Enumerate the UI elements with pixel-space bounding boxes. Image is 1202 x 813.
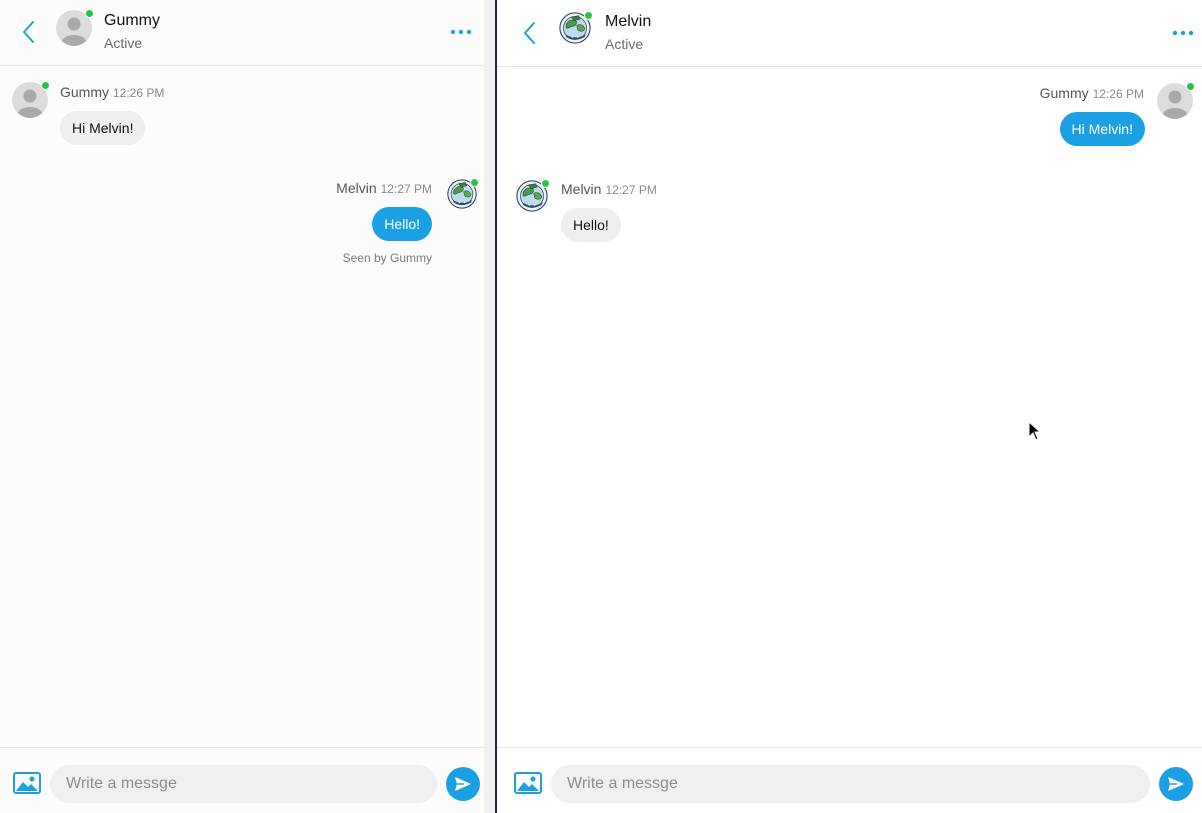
chat-header: Gummy Active [0,0,484,66]
chat-window-right: Melvin Active Gummy 12:26 PM Hi Melvin! M… [497,0,1202,813]
message-time: 12:26 PM [113,86,165,100]
contact-status: Active [605,36,644,52]
avatar[interactable] [447,178,479,209]
send-icon [455,777,471,791]
chevron-left-icon [524,22,535,44]
chevron-left-icon [23,21,34,43]
message-input[interactable] [551,765,1150,803]
avatar[interactable] [516,179,550,212]
sender-name: Gummy [1039,85,1089,101]
contact-name: Melvin [605,13,652,30]
message-time: 12:26 PM [1092,87,1144,101]
sender-name: Melvin [336,180,377,196]
send-button[interactable] [446,767,480,801]
message-composer [497,747,1202,813]
more-options-button[interactable] [446,22,476,42]
online-indicator [41,81,50,90]
message-time: 12:27 PM [605,183,657,197]
ellipsis-icon [1172,30,1194,36]
back-button[interactable] [515,18,543,48]
online-indicator [470,178,479,187]
message-meta: Gummy 12:26 PM [1040,85,1144,101]
image-icon [514,772,542,794]
chat-window-left: Gummy Active Gummy 12:26 PM Hi Melvin! Me… [0,0,484,813]
message-bubble[interactable]: Hi Melvin! [1059,112,1145,146]
message-composer [0,747,484,813]
avatar[interactable] [56,9,94,46]
image-icon [13,772,41,794]
online-indicator [85,9,94,18]
message-meta: Gummy 12:26 PM [60,84,164,100]
back-button[interactable] [14,17,42,47]
ellipsis-icon [450,29,472,35]
sender-name: Gummy [60,84,109,100]
more-options-button[interactable] [1168,23,1198,43]
message-bubble[interactable]: Hello! [372,207,432,241]
attach-image-button[interactable] [514,772,542,794]
message-bubble[interactable]: Hi Melvin! [60,111,146,145]
message-meta: Melvin 12:27 PM [336,180,432,196]
message-meta: Melvin 12:27 PM [561,181,657,197]
contact-status: Active [104,35,143,51]
message-bubble[interactable]: Hello! [561,208,621,242]
chat-header: Melvin Active [497,0,1202,67]
send-icon [1168,777,1184,791]
mouse-pointer-icon [1028,421,1042,441]
send-button[interactable] [1159,767,1193,801]
avatar[interactable] [1157,82,1195,119]
contact-name: Gummy [104,12,160,29]
online-indicator [1186,82,1195,91]
avatar[interactable] [12,81,50,118]
message-time: 12:27 PM [380,182,432,196]
seen-receipt: Seen by Gummy [342,251,432,265]
avatar[interactable] [559,11,593,44]
message-input[interactable] [50,765,437,803]
online-indicator [541,179,550,188]
online-indicator [584,11,593,20]
sender-name: Melvin [561,181,602,197]
attach-image-button[interactable] [13,772,41,794]
